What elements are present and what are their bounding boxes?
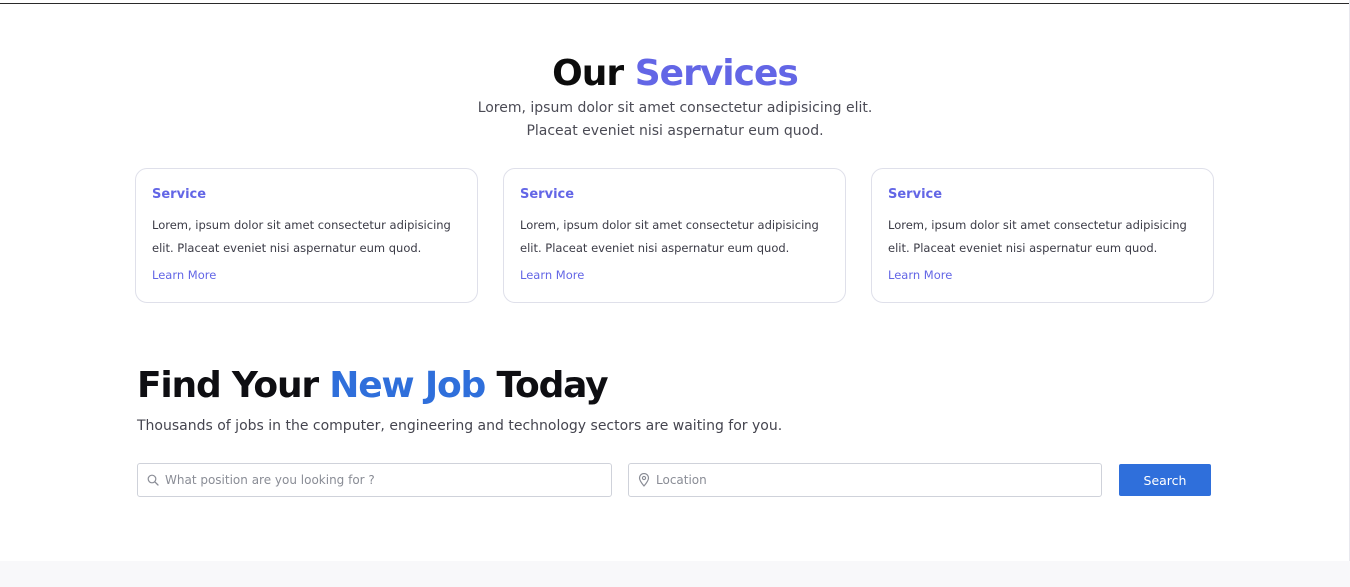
service-card-text: Lorem, ipsum dolor sit amet consectetur … <box>888 214 1197 260</box>
position-input[interactable] <box>165 473 585 487</box>
service-card-title: Service <box>888 187 943 202</box>
service-card: Service Lorem, ipsum dolor sit amet cons… <box>135 168 478 303</box>
job-heading-accent: New Job <box>329 365 486 406</box>
top-divider <box>0 3 1350 4</box>
location-field[interactable] <box>628 463 1102 497</box>
position-field[interactable] <box>137 463 612 497</box>
job-search-subtitle: Thousands of jobs in the computer, engin… <box>137 418 783 434</box>
next-section-band <box>0 561 1350 587</box>
service-card-text: Lorem, ipsum dolor sit amet consectetur … <box>520 214 829 260</box>
learn-more-link[interactable]: Learn More <box>152 267 216 283</box>
service-card-text: Lorem, ipsum dolor sit amet consectetur … <box>152 214 461 260</box>
services-subtitle-line: Lorem, ipsum dolor sit amet consectetur … <box>477 100 873 116</box>
job-search-heading: Find Your New Job Today <box>137 362 609 410</box>
learn-more-link[interactable]: Learn More <box>520 267 584 283</box>
service-card-text-line: Lorem, ipsum dolor sit amet consectetur … <box>520 218 819 232</box>
services-heading-accent: Services <box>634 53 799 94</box>
search-button[interactable]: Search <box>1119 464 1211 496</box>
service-card-text-line: Lorem, ipsum dolor sit amet consectetur … <box>152 218 451 232</box>
service-card-text-line: elit. Placeat eveniet nisi aspernatur eu… <box>152 241 422 255</box>
map-pin-icon <box>637 473 651 487</box>
service-card-text-line: elit. Placeat eveniet nisi aspernatur eu… <box>520 241 790 255</box>
service-card: Service Lorem, ipsum dolor sit amet cons… <box>871 168 1214 303</box>
learn-more-link[interactable]: Learn More <box>888 267 952 283</box>
search-icon <box>146 473 160 487</box>
service-card-title: Service <box>520 187 575 202</box>
job-heading-suffix: Today <box>485 365 608 406</box>
services-heading-prefix: Our <box>552 53 624 94</box>
service-card-text-line: elit. Placeat eveniet nisi aspernatur eu… <box>888 241 1158 255</box>
services-subtitle: Lorem, ipsum dolor sit amet consectetur … <box>0 97 1350 143</box>
location-input[interactable] <box>656 473 1076 487</box>
service-card-text-line: Lorem, ipsum dolor sit amet consectetur … <box>888 218 1187 232</box>
service-card: Service Lorem, ipsum dolor sit amet cons… <box>503 168 846 303</box>
services-heading: Our Services <box>0 50 1350 98</box>
job-heading-prefix: Find Your <box>137 365 330 406</box>
services-subtitle-line: Placeat eveniet nisi aspernatur eum quod… <box>526 123 824 139</box>
service-card-title: Service <box>152 187 207 202</box>
